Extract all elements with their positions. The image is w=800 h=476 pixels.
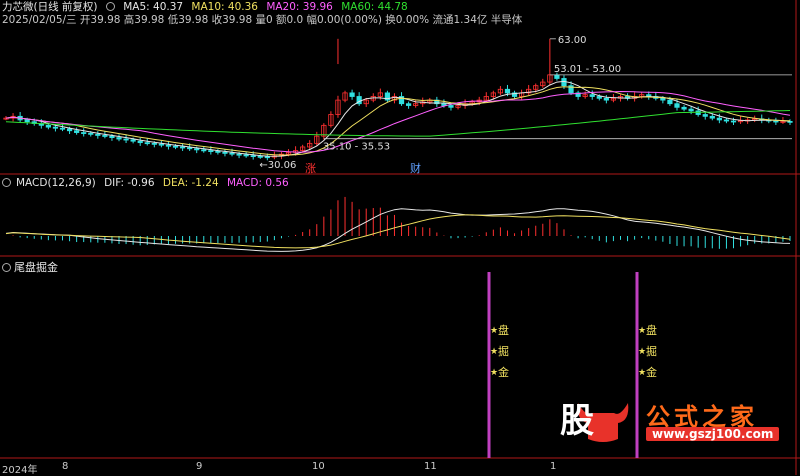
- candle-body: [66, 128, 73, 132]
- candle-body: [773, 120, 779, 123]
- signal-star-icon: ★: [638, 368, 646, 378]
- candle-body: [702, 114, 708, 117]
- candle-body: [250, 155, 256, 158]
- candle-body: [709, 115, 715, 119]
- candle-body: [123, 138, 129, 141]
- timeline-label: 1: [550, 461, 557, 472]
- candle-body: [172, 145, 179, 148]
- dif-line: [5, 208, 791, 252]
- site-logo: 股 公式之家 www.gszj100.com: [554, 391, 794, 451]
- candle-body: [222, 151, 228, 154]
- candle-body: [95, 133, 101, 136]
- high-range-label: 53.01 - 53.00: [554, 64, 621, 75]
- candle-body: [688, 108, 694, 112]
- candle-body: [208, 150, 214, 152]
- candle-body: [603, 97, 609, 101]
- low-label: ←30.06: [259, 160, 296, 171]
- signal-star-icon: ★: [490, 368, 498, 378]
- candle-body: [109, 135, 115, 139]
- timeline-label: 10: [312, 461, 325, 472]
- ma10-line: [5, 86, 791, 156]
- signal-star-icon: ★: [638, 347, 646, 357]
- signal-char: 盘: [646, 323, 657, 337]
- candle-body: [144, 142, 150, 145]
- ma5-line: [5, 80, 791, 157]
- signal-char: 金: [646, 365, 657, 379]
- candle-body: [667, 99, 673, 105]
- low-range-label: 35.10 - 35.53: [323, 142, 390, 153]
- signal-star-icon: ★: [638, 326, 646, 336]
- candle-body: [52, 126, 59, 129]
- candle-body: [229, 152, 235, 155]
- candle-body: [158, 143, 164, 146]
- candle-body: [165, 144, 172, 147]
- logo-url[interactable]: www.gszj100.com: [646, 427, 780, 441]
- candle-body: [448, 105, 454, 108]
- peak-label: 63.00: [558, 35, 587, 46]
- dea-line: [5, 214, 791, 249]
- candle-body: [24, 119, 30, 123]
- timeline-label: 2024年: [2, 465, 38, 476]
- candle-body: [674, 103, 680, 108]
- signal-bar: [487, 272, 491, 458]
- signal-star-icon: ★: [490, 326, 498, 336]
- candle-body: [554, 74, 560, 79]
- candle-body: [179, 146, 186, 149]
- timeline-label: 9: [196, 461, 203, 472]
- candle-body: [257, 155, 263, 158]
- timeline-label: 8: [62, 461, 69, 472]
- candle-body: [81, 132, 87, 134]
- candle-body: [116, 137, 122, 140]
- logo-mark-text: 股: [560, 401, 594, 441]
- candle-body: [45, 124, 51, 128]
- candle-body: [716, 117, 722, 121]
- candle-body: [349, 92, 355, 97]
- candle-body: [660, 97, 666, 101]
- candle-body: [681, 106, 687, 110]
- signal-char: 掘: [498, 344, 509, 358]
- candle-body: [504, 88, 511, 94]
- candle-body: [589, 94, 595, 97]
- candle-body: [137, 140, 143, 144]
- candle-body: [405, 103, 412, 106]
- candle-body: [59, 127, 66, 130]
- candle-body: [151, 142, 157, 145]
- candle-body: [74, 130, 80, 133]
- event-marker-up: 涨: [305, 162, 316, 175]
- candle-body: [596, 96, 602, 99]
- candle-body: [243, 154, 249, 157]
- stock-chart-window: 力芯微(日线 前复权) MA5: 40.37 MA10: 40.36 MA20:…: [0, 0, 800, 476]
- candle-body: [264, 156, 270, 159]
- timeline-label: 11: [424, 461, 437, 472]
- candle-body: [102, 135, 108, 137]
- candle-body: [130, 139, 136, 142]
- candle-body: [88, 132, 94, 135]
- candle-body: [730, 120, 737, 123]
- ma60-line: [5, 110, 791, 137]
- candle-body: [187, 147, 193, 150]
- event-marker-finance: 财: [410, 161, 421, 175]
- candle-body: [201, 149, 207, 152]
- signal-star-icon: ★: [490, 347, 498, 357]
- candle-body: [236, 153, 242, 156]
- candle-body: [723, 119, 730, 122]
- signal-char: 掘: [646, 344, 657, 358]
- candle-body: [215, 150, 221, 153]
- signal-char: 盘: [498, 323, 509, 337]
- signal-char: 金: [498, 365, 509, 379]
- candle-body: [194, 148, 200, 151]
